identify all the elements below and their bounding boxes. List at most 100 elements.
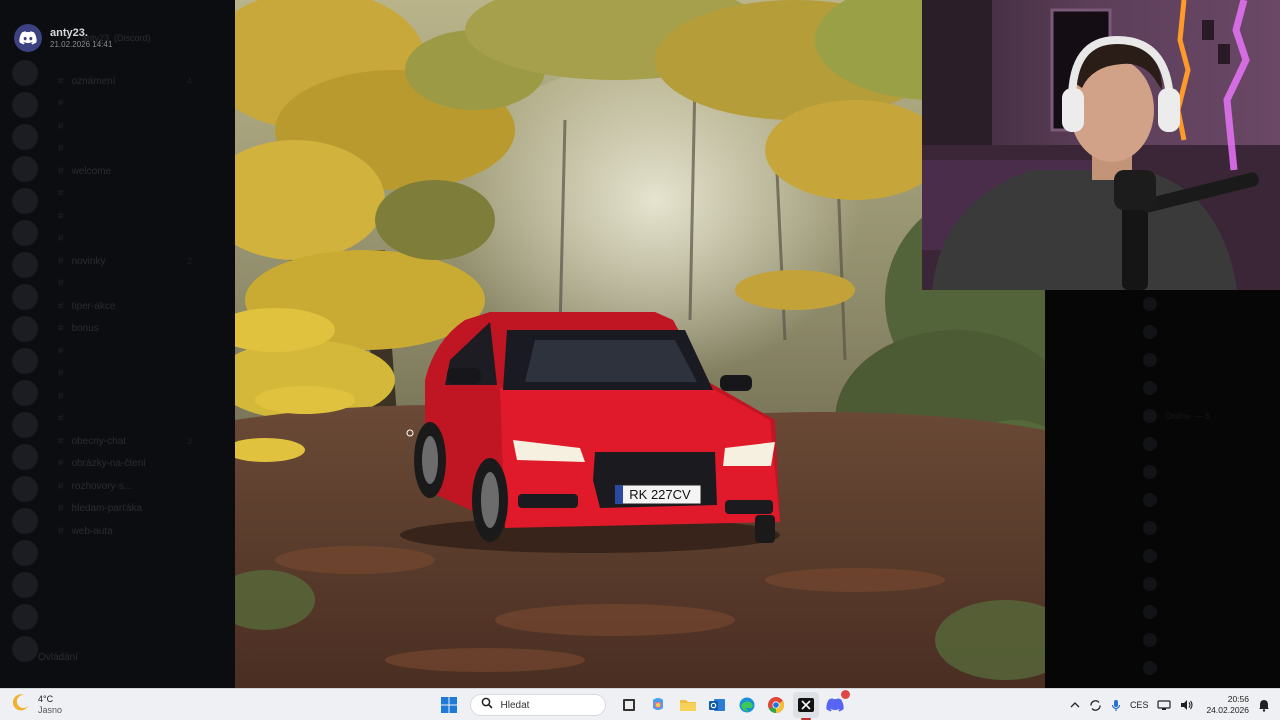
hash-icon: # [58,300,64,312]
discord-icon[interactable] [822,690,850,718]
member-item[interactable] [1045,598,1280,626]
avatar [1143,577,1157,591]
member-item[interactable] [1045,570,1280,598]
copilot-icon[interactable] [645,692,671,718]
clock[interactable]: 20:56 24.02.2026 [1206,694,1249,716]
desktop: # oznámení 4 # # # # welcome # # # # novinky 2 # # tiper… [0,0,1280,720]
hash-icon: # [58,480,64,492]
avatar [1143,633,1157,647]
outlook-icon[interactable] [704,692,730,718]
server-icon[interactable] [12,636,38,662]
member-item[interactable] [1045,346,1280,374]
hash-icon: # [58,188,64,200]
discord-sidebar: # oznámení 4 # # # # welcome # # # # novinky 2 # # tiper… [0,0,235,688]
channel-item[interactable]: # web-auta [50,520,230,543]
server-icon[interactable] [12,348,38,374]
member-item[interactable]: Online — 6 [1045,402,1280,430]
chrome-icon[interactable] [763,692,789,718]
volume-icon[interactable] [1180,699,1194,711]
member-item[interactable] [1045,626,1280,654]
user-panel-label: Ovládání [38,652,79,663]
server-icon[interactable] [12,508,38,534]
avatar [1143,353,1157,367]
channel-item[interactable]: # novinky 2 [50,250,230,273]
server-icon[interactable] [12,92,38,118]
hash-icon: # [58,503,64,515]
channel-item[interactable]: # [50,273,230,296]
member-item[interactable] [1045,374,1280,402]
channel-item[interactable]: # [50,228,230,251]
server-icon[interactable] [12,572,38,598]
avatar [1143,521,1157,535]
channel-item[interactable]: # [50,363,230,386]
server-icon[interactable] [12,252,38,278]
member-name: Online — 6 [1165,411,1211,421]
channel-item[interactable]: # tiper-akce [50,295,230,318]
server-icon[interactable] [12,380,38,406]
capcut-icon[interactable] [792,692,819,720]
search-icon [481,696,493,714]
search-input[interactable]: Hledat [469,694,606,716]
server-icon[interactable] [12,540,38,566]
channel-item[interactable]: # rozhovory-s... [50,475,230,498]
clock-date: 24.02.2026 [1206,705,1249,715]
member-item[interactable] [1045,458,1280,486]
server-icon[interactable] [12,412,38,438]
member-item[interactable] [1045,290,1280,318]
channel-item[interactable]: # [50,115,230,138]
member-item[interactable] [1045,654,1280,682]
channel-name: obecny-chat [71,435,127,447]
chevron-up-icon[interactable] [1070,701,1080,709]
start-icon[interactable] [436,692,462,718]
channel-count: 4 [186,76,192,87]
discord-notification[interactable]: anty23. 21.02.2026 14:41 anty23. (Discor… [14,24,151,52]
hash-icon: # [58,120,64,132]
channel-item[interactable]: # [50,138,230,161]
member-item[interactable] [1045,514,1280,542]
hash-icon: # [58,278,64,290]
avatar [1143,381,1157,395]
language-indicator[interactable]: CES [1130,700,1149,710]
server-icon[interactable] [12,604,38,630]
file-explorer-icon[interactable] [675,692,701,718]
server-icon[interactable] [12,316,38,342]
channel-item[interactable]: # hledam-parťáka [50,498,230,521]
hash-icon: # [58,435,64,447]
channel-item[interactable]: # [50,340,230,363]
webcam-overlay [922,0,1280,290]
channel-item[interactable]: # oznámení 4 [50,70,230,93]
channel-item[interactable]: # obrázky-na-čtení [50,453,230,476]
avatar [1143,409,1157,423]
channel-item[interactable]: # bonus [50,318,230,341]
server-icon[interactable] [12,60,38,86]
avatar [1143,549,1157,563]
weather-widget[interactable]: 4°C Jasno [12,693,62,716]
channel-item[interactable]: # welcome [50,160,230,183]
member-item[interactable] [1045,542,1280,570]
task-view-icon[interactable] [616,692,642,718]
channel-item[interactable]: # [50,183,230,206]
server-icon[interactable] [12,444,38,470]
server-icon[interactable] [12,156,38,182]
server-icon[interactable] [12,476,38,502]
member-item[interactable] [1045,318,1280,346]
notification-bell-icon[interactable] [1258,699,1270,712]
member-item[interactable] [1045,486,1280,514]
hash-icon: # [58,75,64,87]
edge-icon[interactable] [734,692,760,718]
channel-item[interactable]: # [50,408,230,431]
microphone-icon[interactable] [1111,699,1121,712]
server-icon[interactable] [12,124,38,150]
hash-icon: # [58,458,64,470]
channel-item[interactable]: # [50,205,230,228]
channel-item[interactable]: # [50,93,230,116]
member-item[interactable] [1045,430,1280,458]
sync-icon[interactable] [1089,699,1102,712]
server-icon[interactable] [12,284,38,310]
channel-item[interactable]: # obecny-chat 3 [50,430,230,453]
server-icon[interactable] [12,220,38,246]
network-icon[interactable] [1157,699,1172,711]
channel-item[interactable]: # [50,385,230,408]
channel-name: welcome [71,165,112,177]
server-icon[interactable] [12,188,38,214]
